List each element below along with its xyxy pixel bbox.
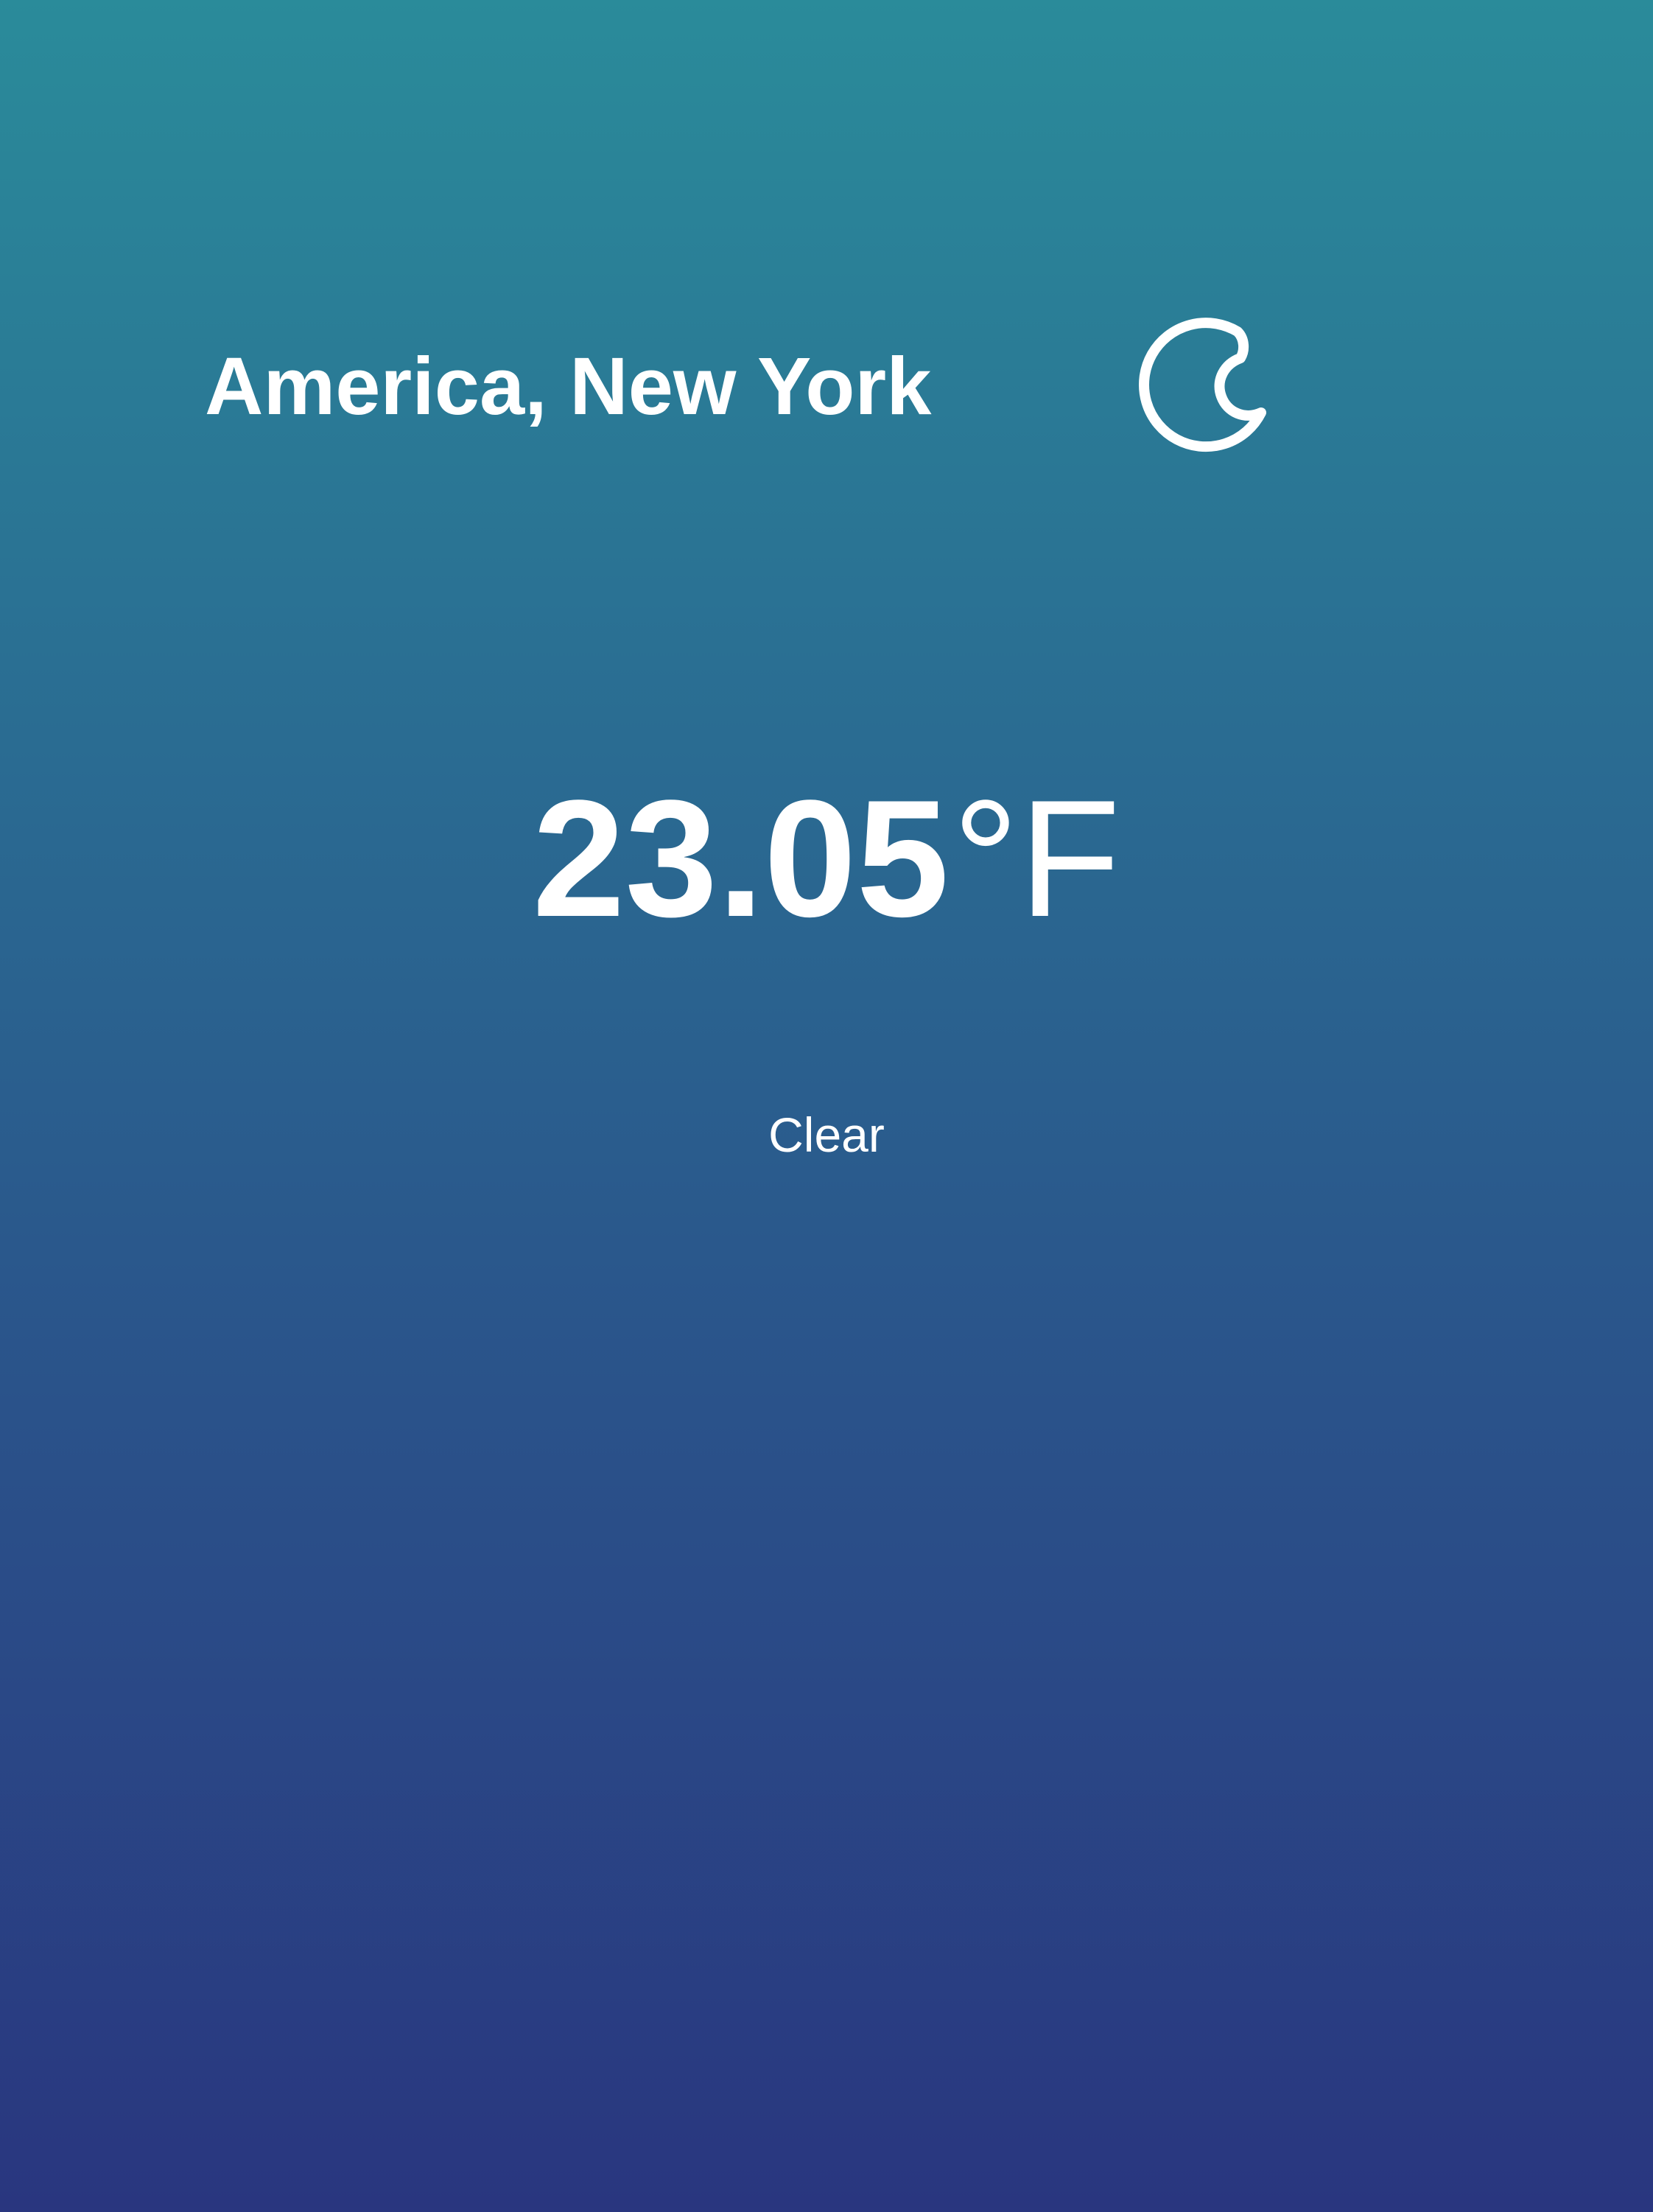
weather-app: America, New York 23.05 °F Clear [0,0,1653,2212]
location-title: America, New York [205,341,932,432]
temperature-readout: 23.05 °F [0,766,1653,1005]
moon-icon [1127,309,1274,457]
temperature-value: 23.05 [532,765,950,951]
weather-condition: Clear [768,1107,885,1162]
temperature-unit: °F [952,765,1121,951]
